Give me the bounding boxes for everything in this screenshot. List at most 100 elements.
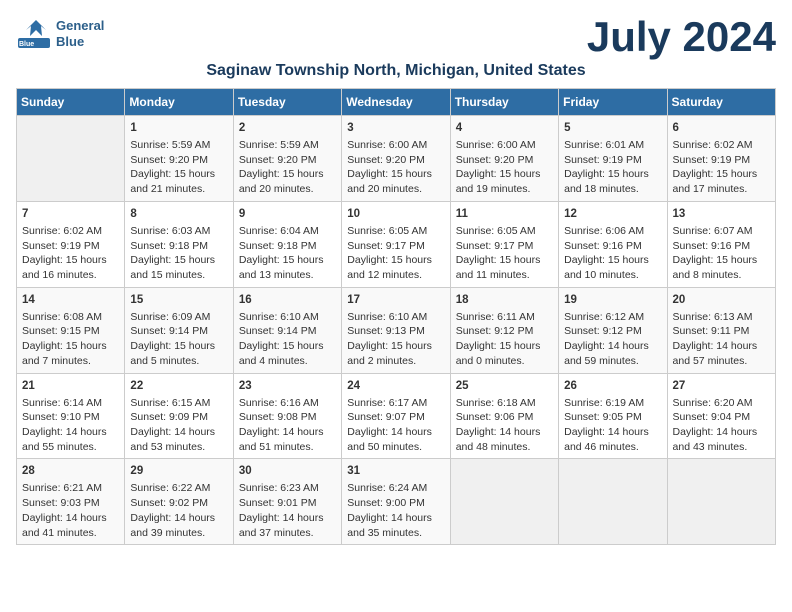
calendar-cell: 18Sunrise: 6:11 AMSunset: 9:12 PMDayligh… <box>450 287 558 373</box>
day-info-line: Sunset: 9:01 PM <box>239 496 336 511</box>
day-number: 26 <box>564 378 661 394</box>
day-info-line: and 8 minutes. <box>673 268 770 283</box>
day-info-line: and 19 minutes. <box>456 182 553 197</box>
day-number: 25 <box>456 378 553 394</box>
day-info-line: and 46 minutes. <box>564 440 661 455</box>
day-info-line: Daylight: 14 hours <box>239 425 336 440</box>
calendar-cell: 28Sunrise: 6:21 AMSunset: 9:03 PMDayligh… <box>17 459 125 545</box>
day-info-line: Sunrise: 6:07 AM <box>673 224 770 239</box>
month-year-title: July 2024 <box>587 16 776 58</box>
calendar-cell: 27Sunrise: 6:20 AMSunset: 9:04 PMDayligh… <box>667 373 775 459</box>
day-info-line: Sunrise: 6:14 AM <box>22 396 119 411</box>
day-info-line: and 43 minutes. <box>673 440 770 455</box>
calendar-cell: 29Sunrise: 6:22 AMSunset: 9:02 PMDayligh… <box>125 459 233 545</box>
day-info-line: Sunrise: 6:23 AM <box>239 481 336 496</box>
calendar-week-1: 1Sunrise: 5:59 AMSunset: 9:20 PMDaylight… <box>17 116 776 202</box>
day-info-line: Sunset: 9:14 PM <box>239 324 336 339</box>
day-info-line: and 53 minutes. <box>130 440 227 455</box>
day-info-line: and 2 minutes. <box>347 354 444 369</box>
day-info-line: Daylight: 15 hours <box>456 339 553 354</box>
day-header-saturday: Saturday <box>667 89 775 116</box>
day-info-line: Sunrise: 5:59 AM <box>239 138 336 153</box>
day-info-line: Daylight: 14 hours <box>347 425 444 440</box>
calendar-cell: 21Sunrise: 6:14 AMSunset: 9:10 PMDayligh… <box>17 373 125 459</box>
day-info-line: Sunset: 9:18 PM <box>239 239 336 254</box>
day-number: 5 <box>564 120 661 136</box>
calendar-cell: 17Sunrise: 6:10 AMSunset: 9:13 PMDayligh… <box>342 287 450 373</box>
day-info-line: Daylight: 14 hours <box>673 339 770 354</box>
calendar-cell <box>667 459 775 545</box>
day-info-line: Sunrise: 6:12 AM <box>564 310 661 325</box>
day-info-line: Sunrise: 6:11 AM <box>456 310 553 325</box>
day-info-line: and 0 minutes. <box>456 354 553 369</box>
day-info-line: Sunset: 9:02 PM <box>130 496 227 511</box>
day-header-friday: Friday <box>559 89 667 116</box>
day-info-line: Sunset: 9:20 PM <box>239 153 336 168</box>
day-info-line: Sunset: 9:07 PM <box>347 410 444 425</box>
day-info-line: Sunrise: 6:10 AM <box>239 310 336 325</box>
day-info-line: and 15 minutes. <box>130 268 227 283</box>
day-number: 24 <box>347 378 444 394</box>
day-info-line: Daylight: 15 hours <box>347 339 444 354</box>
day-info-line: Daylight: 15 hours <box>456 253 553 268</box>
day-header-thursday: Thursday <box>450 89 558 116</box>
day-number: 22 <box>130 378 227 394</box>
calendar-header-row: SundayMondayTuesdayWednesdayThursdayFrid… <box>17 89 776 116</box>
day-info-line: Sunset: 9:20 PM <box>347 153 444 168</box>
calendar-cell: 3Sunrise: 6:00 AMSunset: 9:20 PMDaylight… <box>342 116 450 202</box>
calendar-cell: 4Sunrise: 6:00 AMSunset: 9:20 PMDaylight… <box>450 116 558 202</box>
day-info-line: Daylight: 15 hours <box>347 253 444 268</box>
svg-text:Blue: Blue <box>19 41 34 48</box>
calendar-cell: 13Sunrise: 6:07 AMSunset: 9:16 PMDayligh… <box>667 201 775 287</box>
day-info-line: Sunrise: 6:15 AM <box>130 396 227 411</box>
day-info-line: and 20 minutes. <box>347 182 444 197</box>
day-info-line: Daylight: 15 hours <box>456 167 553 182</box>
calendar-cell: 26Sunrise: 6:19 AMSunset: 9:05 PMDayligh… <box>559 373 667 459</box>
day-info-line: and 55 minutes. <box>22 440 119 455</box>
day-info-line: and 51 minutes. <box>239 440 336 455</box>
day-info-line: Sunrise: 6:21 AM <box>22 481 119 496</box>
logo-text: General Blue <box>56 18 104 49</box>
day-number: 15 <box>130 292 227 308</box>
day-info-line: Sunrise: 6:00 AM <box>347 138 444 153</box>
calendar-cell: 25Sunrise: 6:18 AMSunset: 9:06 PMDayligh… <box>450 373 558 459</box>
day-number: 7 <box>22 206 119 222</box>
day-info-line: Sunset: 9:17 PM <box>456 239 553 254</box>
calendar-cell: 10Sunrise: 6:05 AMSunset: 9:17 PMDayligh… <box>342 201 450 287</box>
day-number: 23 <box>239 378 336 394</box>
day-number: 9 <box>239 206 336 222</box>
day-info-line: and 16 minutes. <box>22 268 119 283</box>
calendar-cell: 11Sunrise: 6:05 AMSunset: 9:17 PMDayligh… <box>450 201 558 287</box>
day-header-tuesday: Tuesday <box>233 89 341 116</box>
day-info-line: Sunrise: 6:24 AM <box>347 481 444 496</box>
calendar-week-4: 21Sunrise: 6:14 AMSunset: 9:10 PMDayligh… <box>17 373 776 459</box>
day-info-line: Sunrise: 6:05 AM <box>347 224 444 239</box>
calendar-cell: 8Sunrise: 6:03 AMSunset: 9:18 PMDaylight… <box>125 201 233 287</box>
calendar-cell: 5Sunrise: 6:01 AMSunset: 9:19 PMDaylight… <box>559 116 667 202</box>
calendar-cell: 31Sunrise: 6:24 AMSunset: 9:00 PMDayligh… <box>342 459 450 545</box>
calendar-cell: 14Sunrise: 6:08 AMSunset: 9:15 PMDayligh… <box>17 287 125 373</box>
calendar-cell: 16Sunrise: 6:10 AMSunset: 9:14 PMDayligh… <box>233 287 341 373</box>
calendar-cell: 15Sunrise: 6:09 AMSunset: 9:14 PMDayligh… <box>125 287 233 373</box>
day-info-line: Sunrise: 6:02 AM <box>22 224 119 239</box>
day-number: 20 <box>673 292 770 308</box>
day-info-line: and 59 minutes. <box>564 354 661 369</box>
day-number: 10 <box>347 206 444 222</box>
day-number: 8 <box>130 206 227 222</box>
calendar-cell: 1Sunrise: 5:59 AMSunset: 9:20 PMDaylight… <box>125 116 233 202</box>
day-info-line: Daylight: 15 hours <box>239 339 336 354</box>
day-info-line: Sunrise: 6:09 AM <box>130 310 227 325</box>
day-info-line: Sunset: 9:19 PM <box>673 153 770 168</box>
day-info-line: Daylight: 15 hours <box>564 167 661 182</box>
day-info-line: and 21 minutes. <box>130 182 227 197</box>
day-info-line: Sunset: 9:19 PM <box>564 153 661 168</box>
day-info-line: Sunrise: 6:13 AM <box>673 310 770 325</box>
day-number: 3 <box>347 120 444 136</box>
calendar-cell: 19Sunrise: 6:12 AMSunset: 9:12 PMDayligh… <box>559 287 667 373</box>
day-info-line: Sunrise: 6:10 AM <box>347 310 444 325</box>
day-info-line: Daylight: 15 hours <box>564 253 661 268</box>
day-info-line: Daylight: 14 hours <box>239 511 336 526</box>
day-info-line: Daylight: 15 hours <box>22 339 119 354</box>
day-number: 30 <box>239 463 336 479</box>
day-info-line: Sunset: 9:20 PM <box>456 153 553 168</box>
